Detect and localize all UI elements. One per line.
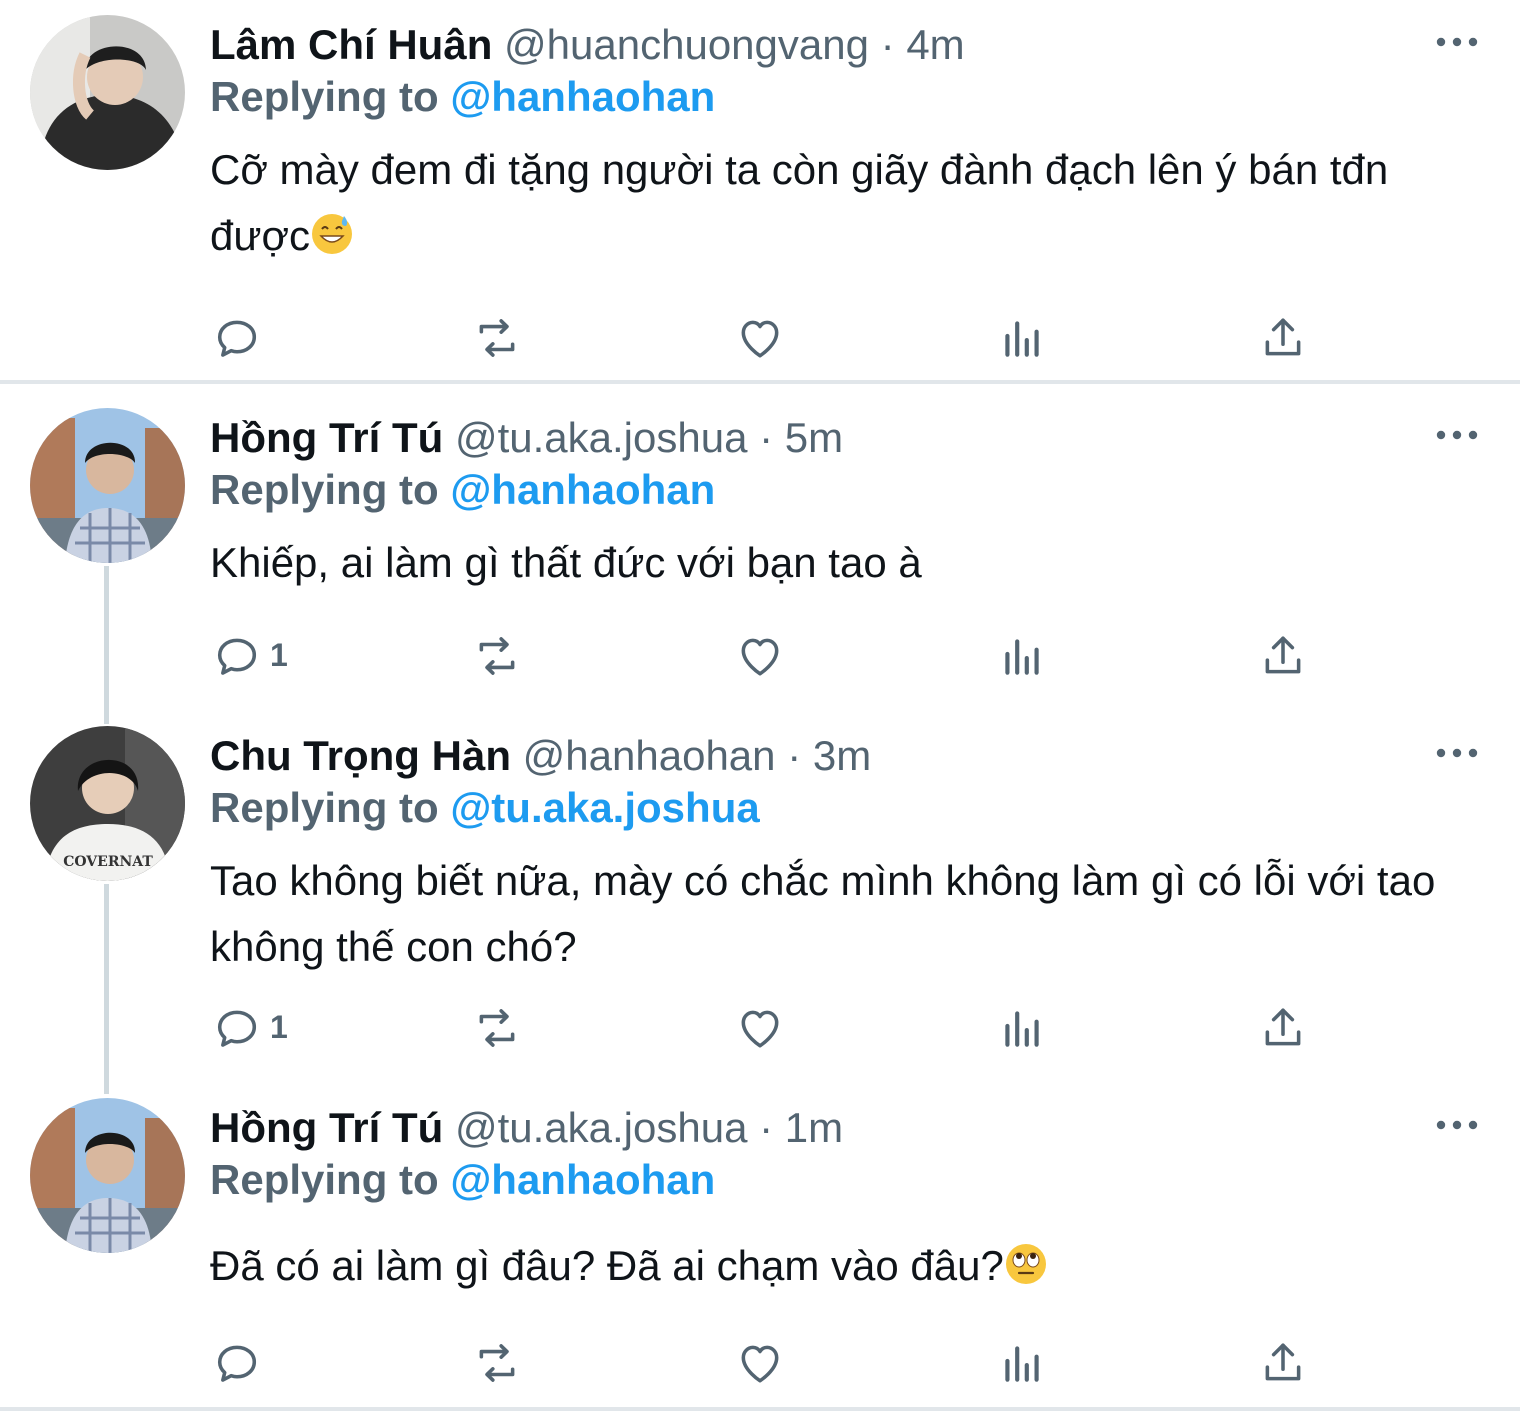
tweet-text: Tao không biết nữa, mày có chắc mình khô… [210, 857, 1436, 970]
replying-to-handle[interactable]: @tu.aka.joshua [450, 784, 759, 831]
tweet-header: Hồng Trí Tú @tu.aka.joshua · 5m [210, 408, 843, 468]
reply-icon [212, 1003, 262, 1053]
avatar-photo-icon: COVERNAT [30, 726, 185, 881]
avatar-photo-icon [30, 1098, 185, 1253]
tweet-actions [0, 1330, 1520, 1390]
tweet-text: Đã có ai làm gì đâu? Đã ai chạm vào đâu? [210, 1242, 1004, 1289]
display-name[interactable]: Chu Trọng Hàn [210, 732, 511, 779]
eye-roll-emoji-icon [1005, 1244, 1046, 1284]
share-icon [1258, 1338, 1308, 1388]
svg-text:COVERNAT: COVERNAT [63, 854, 153, 870]
timestamp[interactable]: 5m [785, 414, 843, 461]
share-icon [1258, 631, 1308, 681]
tweet-body: Tao không biết nữa, mày có chắc mình khô… [210, 848, 1470, 980]
replying-to-label: Replying to [210, 466, 439, 513]
tweet-body: Đã có ai làm gì đâu? Đã ai chạm vào đâu? [210, 1233, 1470, 1299]
timestamp[interactable]: 1m [785, 1104, 843, 1151]
avatar[interactable] [30, 15, 185, 170]
reply-icon [212, 1338, 262, 1388]
reply-count: 1 [270, 1009, 288, 1045]
replying-to: Replying to @hanhaohan [210, 460, 715, 520]
replying-to-handle[interactable]: @hanhaohan [450, 1156, 715, 1203]
display-name[interactable]: Hồng Trí Tú [210, 414, 443, 461]
replying-to-label: Replying to [210, 1156, 439, 1203]
analytics-icon [997, 313, 1047, 363]
handle[interactable]: @tu.aka.joshua [455, 1104, 747, 1151]
heart-icon [735, 1338, 785, 1388]
more-icon[interactable] [1436, 35, 1478, 49]
tweet-text: Khiếp, ai làm gì thất đức với bạn tao à [210, 539, 922, 586]
retweet-icon [472, 1338, 522, 1388]
more-icon[interactable] [1436, 746, 1478, 760]
tweet-actions: 1 [0, 623, 1520, 683]
replying-to-handle[interactable]: @hanhaohan [450, 73, 715, 120]
more-icon[interactable] [1436, 1118, 1478, 1132]
display-name[interactable]: Hồng Trí Tú [210, 1104, 443, 1151]
retweet-icon [472, 1003, 522, 1053]
replying-to: Replying to @hanhaohan [210, 67, 715, 127]
avatar[interactable] [30, 408, 185, 563]
share-icon [1258, 313, 1308, 363]
tweet-header: Chu Trọng Hàn @hanhaohan · 3m [210, 726, 871, 786]
reply-count: 1 [270, 637, 288, 673]
avatar[interactable] [30, 1098, 185, 1253]
separator-dot: · [759, 1104, 774, 1151]
heart-icon [735, 631, 785, 681]
tweet-header: Hồng Trí Tú @tu.aka.joshua · 1m [210, 1098, 843, 1158]
tweet[interactable]: Lâm Chí Huân @huanchuongvang · 4m Replyi… [0, 15, 1520, 375]
tweet-body: Cỡ mày đem đi tặng người ta còn giãy đàn… [210, 137, 1470, 269]
handle[interactable]: @hanhaohan [523, 732, 776, 779]
replying-to-label: Replying to [210, 784, 439, 831]
handle[interactable]: @tu.aka.joshua [455, 414, 747, 461]
replying-to: Replying to @tu.aka.joshua [210, 778, 760, 838]
tweet-actions: 1 [0, 995, 1520, 1055]
tweet-actions [0, 305, 1520, 365]
analytics-icon [997, 1338, 1047, 1388]
heart-icon [735, 1003, 785, 1053]
tweet[interactable]: Hồng Trí Tú @tu.aka.joshua · 1m Replying… [0, 1098, 1520, 1403]
analytics-icon [997, 631, 1047, 681]
divider [0, 380, 1520, 384]
separator-dot: · [880, 21, 895, 68]
avatar-photo-icon [30, 408, 185, 563]
tweet[interactable]: COVERNAT Chu Trọng Hàn @hanhaohan · 3m R… [0, 726, 1520, 1086]
timestamp[interactable]: 4m [906, 21, 964, 68]
grinning-sweat-emoji-icon [312, 214, 353, 254]
reply-icon [212, 631, 262, 681]
separator-dot: · [787, 732, 802, 779]
replying-to-handle[interactable]: @hanhaohan [450, 466, 715, 513]
analytics-icon [997, 1003, 1047, 1053]
heart-icon [735, 313, 785, 363]
share-icon [1258, 1003, 1308, 1053]
reply-icon [212, 313, 262, 363]
avatar-photo-icon [30, 15, 185, 170]
handle[interactable]: @huanchuongvang [504, 21, 869, 68]
tweet-text: Cỡ mày đem đi tặng người ta còn giãy đàn… [210, 146, 1389, 259]
retweet-icon [472, 631, 522, 681]
replying-to: Replying to @hanhaohan [210, 1150, 715, 1210]
separator-dot: · [759, 414, 774, 461]
retweet-icon [472, 313, 522, 363]
timestamp[interactable]: 3m [813, 732, 871, 779]
tweet[interactable]: Hồng Trí Tú @tu.aka.joshua · 5m Replying… [0, 408, 1520, 708]
divider [0, 1407, 1520, 1411]
replying-to-label: Replying to [210, 73, 439, 120]
avatar[interactable]: COVERNAT [30, 726, 185, 881]
tweet-body: Khiếp, ai làm gì thất đức với bạn tao à [210, 530, 1470, 596]
display-name[interactable]: Lâm Chí Huân [210, 21, 492, 68]
more-icon[interactable] [1436, 428, 1478, 442]
tweet-header: Lâm Chí Huân @huanchuongvang · 4m [210, 15, 965, 75]
